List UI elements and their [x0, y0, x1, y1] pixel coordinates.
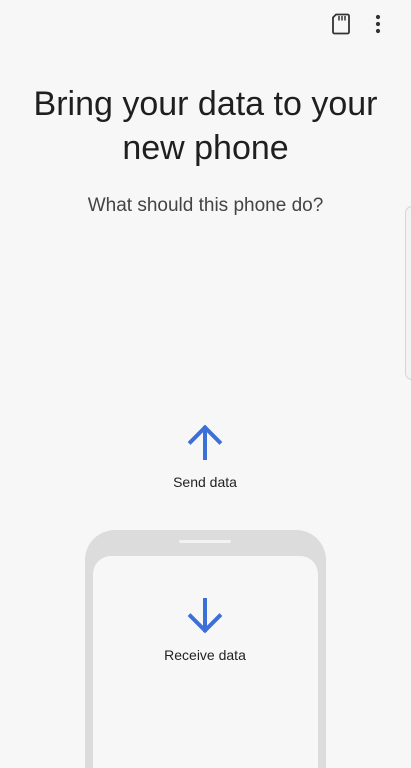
arrow-down-icon — [187, 598, 223, 634]
edge-panel-handle[interactable] — [405, 206, 411, 380]
receive-data-label: Receive data — [164, 647, 246, 663]
send-data-label: Send data — [173, 474, 237, 490]
receive-data-button[interactable]: Receive data — [145, 596, 265, 676]
send-data-button[interactable]: Send data — [145, 422, 265, 502]
page-title-line-1: Bring your data to your — [33, 85, 378, 123]
more-vert-icon — [375, 14, 381, 34]
sd-card-button[interactable] — [328, 11, 354, 37]
page-title: Bring your data to your new phone — [20, 82, 391, 170]
page-subtitle: What should this phone do? — [87, 195, 324, 216]
arrow-up-icon — [187, 424, 223, 460]
page-title-line-2: new phone — [122, 129, 289, 167]
phone-speaker — [179, 540, 231, 543]
top-bar — [0, 0, 411, 46]
more-options-button[interactable] — [365, 11, 391, 37]
sd-card-icon — [332, 13, 350, 35]
